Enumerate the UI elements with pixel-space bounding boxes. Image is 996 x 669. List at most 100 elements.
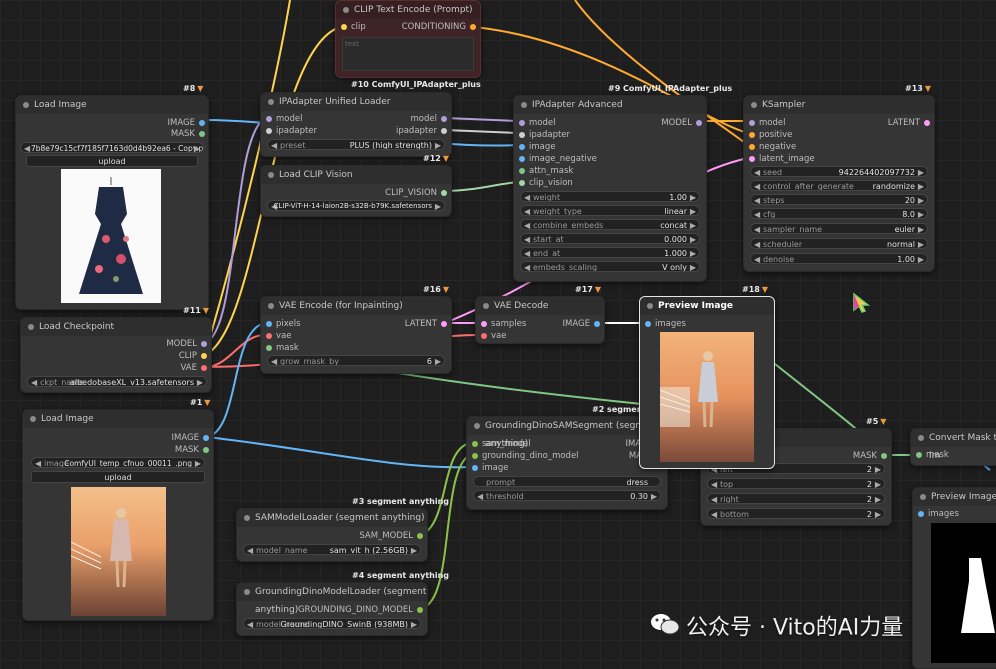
clip-vision-output[interactable]: CLIP_VISION bbox=[385, 187, 447, 199]
model-input[interactable]: model bbox=[266, 113, 302, 125]
clip-vision-select[interactable]: ◀ CLIP-ViT-H-14-laion2B-s32B-b79K.safeten… bbox=[267, 200, 445, 211]
model-input[interactable]: model bbox=[749, 117, 785, 129]
vae-encode-inpaint-node[interactable]: VAE Encode (for Inpainting) pixels vae m… bbox=[260, 296, 452, 374]
load-image-bottom-node[interactable]: Load Image IMAGE MASK ◀ image ComfyUI_temp… bbox=[22, 409, 214, 621]
load-clip-vision-node[interactable]: Load CLIP Vision CLIP_VISION ◀ CLIP-ViT-H… bbox=[260, 165, 452, 217]
vae-decode-node[interactable]: VAE Decode samples vae IMAGE bbox=[475, 296, 605, 344]
model-input[interactable]: model bbox=[519, 117, 555, 129]
latent-output[interactable]: LATENT bbox=[405, 318, 447, 330]
seed-widget[interactable]: ◀ seed 942264402097732 ▶ bbox=[750, 166, 928, 177]
vae-input[interactable]: vae bbox=[266, 330, 291, 342]
image-input[interactable]: image bbox=[472, 462, 508, 474]
latent-image-input[interactable]: latent_image bbox=[749, 153, 815, 165]
sam-model-loader-node[interactable]: SAMModelLoader (segment anything) SAM_MO… bbox=[236, 508, 428, 562]
clip-input[interactable]: clip bbox=[341, 21, 366, 33]
control-after-generate-widget[interactable]: ◀ control_after_generate randomize ▶ bbox=[750, 180, 928, 191]
prompt-textarea[interactable]: text bbox=[342, 37, 474, 71]
clip-text-encode-node[interactable]: CLIP Text Encode (Prompt) clip CONDITION… bbox=[335, 0, 481, 78]
end-at-widget[interactable]: ◀ end_at 1.000 ▶ bbox=[520, 247, 700, 258]
image-output[interactable]: IMAGE bbox=[172, 432, 209, 444]
ipadapter-input[interactable]: ipadapter bbox=[266, 125, 317, 137]
wire-clipvision bbox=[444, 181, 519, 192]
ckpt-name-select[interactable]: ◀ ckpt_name albedobaseXL_v13.safetensors ▶ bbox=[27, 376, 207, 387]
mask-input[interactable]: mask bbox=[916, 449, 949, 461]
ipadapter-input[interactable]: ipadapter bbox=[519, 129, 570, 141]
weight-widget[interactable]: ◀ weight 1.00 ▶ bbox=[520, 191, 700, 202]
model-name-select[interactable]: ◀ model_name sam_vit_h (2.56GB) ▶ bbox=[243, 544, 421, 555]
upload-button[interactable]: upload bbox=[26, 155, 198, 167]
wire-sam bbox=[421, 442, 471, 536]
image-input[interactable]: image bbox=[519, 141, 555, 153]
node-title: Preview Image bbox=[913, 488, 996, 506]
mask-output[interactable]: MASK bbox=[175, 444, 209, 456]
attn-mask-input[interactable]: attn_mask bbox=[519, 165, 573, 177]
node-title: Convert Mask to Im bbox=[911, 429, 996, 461]
load-checkpoint-node[interactable]: Load Checkpoint MODEL CLIP VAE ◀ ckpt_nam… bbox=[20, 317, 212, 393]
ipadapter-output[interactable]: ipadapter bbox=[396, 125, 447, 137]
grow-mask-widget[interactable]: ◀ grow_mask_by 6 ▶ bbox=[267, 355, 445, 366]
mask-preview-image-node[interactable]: Preview Image images bbox=[912, 487, 996, 669]
node-id-12: #12 ▼ bbox=[423, 154, 449, 163]
sampler-name-widget[interactable]: ◀ sampler_name euler ▶ bbox=[750, 223, 928, 234]
node-badge: #9 ComfyUI_IPAdapter_plus bbox=[608, 84, 733, 93]
prompt-widget[interactable]: prompt dress bbox=[473, 476, 661, 487]
images-input[interactable]: images bbox=[645, 318, 686, 330]
node-id-13: #13 ▼ bbox=[905, 84, 931, 93]
samples-input[interactable]: samples bbox=[481, 318, 526, 330]
latent-output[interactable]: LATENT bbox=[888, 117, 930, 129]
mask-output[interactable]: MASK bbox=[853, 450, 887, 462]
upload-button[interactable]: upload bbox=[31, 471, 205, 483]
clip-vision-input[interactable]: clip_vision bbox=[519, 177, 573, 189]
image-output[interactable]: IMAGE bbox=[563, 318, 600, 330]
model-output[interactable]: MODEL bbox=[661, 117, 702, 129]
ipadapter-advanced-node[interactable]: IPAdapter Advanced MODEL model ipadapter… bbox=[513, 95, 707, 282]
load-image-top-node[interactable]: Load Image IMAGE MASK ◀ 7b8e79c15cf7f185f… bbox=[15, 95, 209, 310]
bottom-widget[interactable]: ◀ bottom 2 ▶ bbox=[707, 508, 885, 519]
preview-image-node[interactable]: Preview Image images bbox=[639, 296, 775, 469]
conditioning-output[interactable]: CONDITIONING bbox=[402, 21, 476, 33]
right-widget[interactable]: ◀ right 2 ▶ bbox=[707, 493, 885, 504]
image-file-select[interactable]: ◀ 7b8e79c15cf7f185f7163d0d4b92ea6 - Copy.… bbox=[20, 142, 204, 153]
denoise-widget[interactable]: ◀ denoise 1.00 ▶ bbox=[750, 253, 928, 264]
pixels-input[interactable]: pixels bbox=[266, 318, 301, 330]
node-id-16: #16 ▼ bbox=[423, 285, 449, 294]
wire-dino bbox=[421, 454, 471, 609]
preset-select[interactable]: ◀ preset PLUS (high strength) ▶ bbox=[267, 139, 445, 150]
node-title: GroundingDinoSAMSegment (segment anythin… bbox=[467, 417, 667, 449]
grounding-dino-model-output[interactable]: GROUNDING_DINO_MODEL bbox=[298, 604, 423, 616]
mask-input[interactable]: mask bbox=[266, 342, 299, 354]
positive-input[interactable]: positive bbox=[749, 129, 792, 141]
scheduler-widget[interactable]: ◀ scheduler normal ▶ bbox=[750, 238, 928, 249]
model-output[interactable]: MODEL bbox=[166, 338, 207, 350]
grounding-dino-model-loader-node[interactable]: GroundingDinoModelLoader (segment anythi… bbox=[236, 582, 428, 636]
node-graph-canvas[interactable]: CLIP Text Encode (Prompt) clip CONDITION… bbox=[0, 0, 996, 669]
grounding-dino-sam-segment-node[interactable]: GroundingDinoSAMSegment (segment anythin… bbox=[466, 416, 668, 510]
negative-input[interactable]: negative bbox=[749, 141, 796, 153]
image-negative-input[interactable]: image_negative bbox=[519, 153, 597, 165]
clip-output[interactable]: CLIP bbox=[179, 350, 207, 362]
node-id-1: #1 ▼ bbox=[190, 398, 211, 407]
steps-widget[interactable]: ◀ steps 20 ▶ bbox=[750, 194, 928, 205]
image-file-select[interactable]: ◀ image ComfyUI_temp_cfnuo_00011_.png ▶ bbox=[31, 457, 205, 468]
combine-embeds-widget[interactable]: ◀ combine_embeds concat ▶ bbox=[520, 219, 700, 230]
start-at-widget[interactable]: ◀ start_at 0.000 ▶ bbox=[520, 233, 700, 244]
mask-output[interactable]: MASK bbox=[171, 128, 205, 140]
sam-model-input[interactable]: sam_model bbox=[472, 438, 531, 450]
wire-model bbox=[204, 117, 266, 344]
vae-input[interactable]: vae bbox=[481, 330, 506, 342]
convert-mask-to-image-node[interactable]: Convert Mask to Im mask bbox=[910, 428, 996, 466]
grounding-dino-model-input[interactable]: grounding_dino_model bbox=[472, 450, 579, 462]
sam-model-output[interactable]: SAM_MODEL bbox=[359, 530, 423, 542]
vae-output[interactable]: VAE bbox=[181, 362, 207, 374]
cfg-widget[interactable]: ◀ cfg 8.0 ▶ bbox=[750, 208, 928, 219]
node-badge: #10 ComfyUI_IPAdapter_plus bbox=[351, 80, 481, 89]
ipadapter-unified-loader-node[interactable]: IPAdapter Unified Loader model ipadapter… bbox=[260, 92, 452, 157]
weight-type-widget[interactable]: ◀ weight_type linear ▶ bbox=[520, 205, 700, 216]
embeds-scaling-widget[interactable]: ◀ embeds_scaling V only ▶ bbox=[520, 261, 700, 272]
images-input[interactable]: images bbox=[918, 508, 959, 520]
top-widget[interactable]: ◀ top 2 ▶ bbox=[707, 478, 885, 489]
model-name-select[interactable]: ◀ model_name GroundingDINO_SwinB (938MB) ▶ bbox=[243, 618, 421, 629]
ksampler-node[interactable]: KSampler LATENT model positive negative … bbox=[743, 95, 935, 272]
model-output[interactable]: model bbox=[411, 113, 447, 125]
threshold-widget[interactable]: ◀ threshold 0.30 ▶ bbox=[473, 490, 661, 501]
